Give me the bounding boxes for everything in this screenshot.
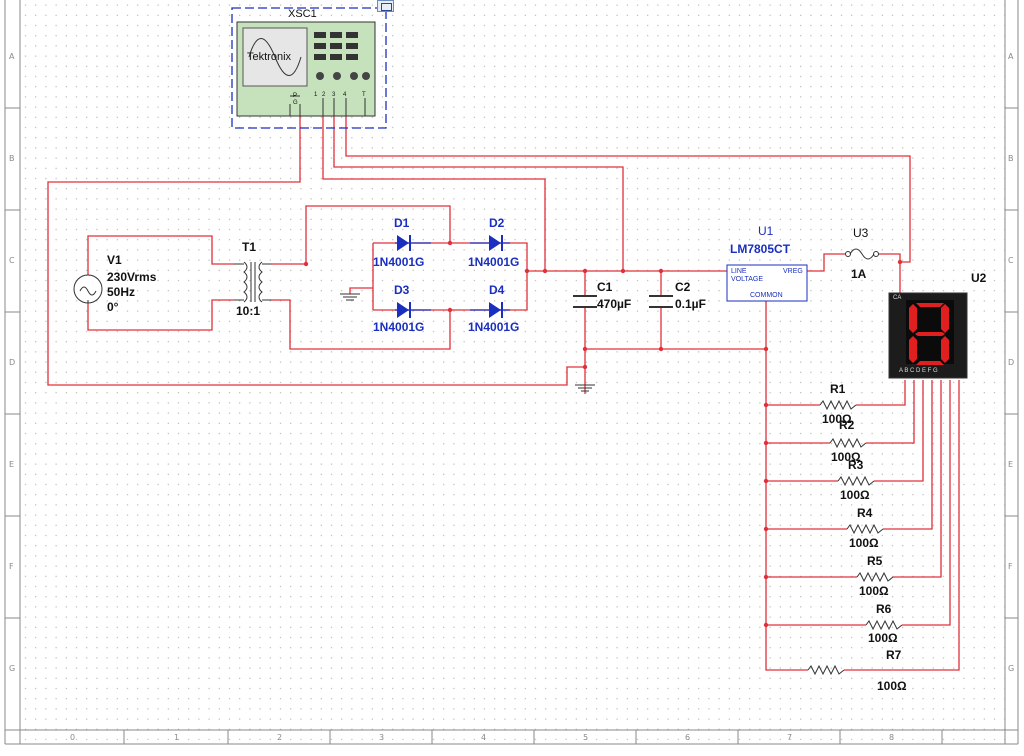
diode-d2-ref: D2	[489, 216, 505, 230]
ruler-row-c: C	[9, 256, 15, 265]
oscilloscope-brand: Tektronix	[247, 51, 292, 63]
source-voltage: 230Vrms	[107, 270, 157, 284]
regulator-pin-line: LINE	[731, 268, 747, 275]
ruler-col-5: 5	[583, 733, 589, 742]
ruler-row-e: E	[9, 460, 15, 469]
dot-grid	[20, 0, 1005, 740]
r6-ref: R6	[876, 602, 892, 616]
ruler-col-2: 2	[277, 733, 283, 742]
scope-pin-4: 4	[343, 92, 347, 98]
ac-source-v1[interactable]	[73, 274, 103, 304]
fuse-value: 1A	[851, 267, 867, 281]
ruler-row-d-right: D	[1008, 358, 1015, 367]
diode-d3-model: 1N4001G	[373, 320, 425, 334]
scope-pin-1: 1	[314, 92, 318, 98]
r4-value: 100Ω	[849, 536, 879, 550]
ruler-row-a-right: A	[1008, 52, 1014, 61]
scope-pin-3: 3	[332, 92, 336, 98]
source-freq: 50Hz	[107, 285, 136, 299]
ruler-row-b-right: B	[1008, 154, 1014, 163]
ruler-row-d: D	[9, 358, 16, 367]
diode-d1-ref: D1	[394, 216, 410, 230]
ruler-row-g-right: G	[1008, 664, 1015, 673]
r1-ref: R1	[830, 382, 846, 396]
transformer-ref: T1	[242, 240, 257, 254]
ruler-col-3: 3	[379, 733, 385, 742]
ruler-row-f: F	[9, 562, 14, 571]
r3-ref: R3	[848, 458, 864, 472]
ruler-col-6: 6	[685, 733, 691, 742]
regulator-model: LM7805CT	[730, 242, 791, 256]
schematic-canvas[interactable]: XSC1 Tektronix P G 1 2 3 4 T V1 230Vrms …	[0, 0, 1024, 751]
regulator-pin-common: COMMON	[750, 292, 783, 299]
display-pins: A B C D E F G	[899, 368, 938, 374]
r7-ref: R7	[886, 648, 902, 662]
regulator-pin-vreg: VREG	[783, 268, 803, 275]
c2-value: 0.1µF	[675, 297, 706, 311]
ruler-row-c-right: C	[1008, 256, 1014, 265]
diode-d4-ref: D4	[489, 283, 505, 297]
ruler-row-e-right: E	[1008, 460, 1014, 469]
r2-ref: R2	[839, 418, 855, 432]
ruler-row-a: A	[9, 52, 15, 61]
source-ref: V1	[107, 253, 122, 267]
scope-pin-2: 2	[322, 92, 326, 98]
r6-value: 100Ω	[868, 631, 898, 645]
oscilloscope-xsc1[interactable]	[231, 7, 387, 129]
ruler-col-8: 8	[889, 733, 895, 742]
r3-value: 100Ω	[840, 488, 870, 502]
seven-segment-u2[interactable]	[888, 292, 968, 379]
display-pin-ca: CA	[893, 295, 902, 301]
ruler-col-1: 1	[174, 733, 180, 742]
ruler-col-7: 7	[787, 733, 793, 742]
regulator-ref: U1	[758, 224, 774, 238]
r5-ref: R5	[867, 554, 883, 568]
window-icon	[381, 3, 392, 11]
diode-d3-ref: D3	[394, 283, 410, 297]
ruler-col-4: 4	[481, 733, 487, 742]
c1-ref: C1	[597, 280, 613, 294]
ruler-col-0: 0	[70, 733, 76, 742]
r7-value: 100Ω	[877, 679, 907, 693]
transformer-ratio: 10:1	[236, 304, 261, 318]
display-ref: U2	[971, 271, 987, 285]
source-phase: 0°	[107, 300, 119, 314]
ruler-row-g: G	[9, 664, 16, 673]
diode-d2-model: 1N4001G	[468, 255, 520, 269]
oscilloscope-ref: XSC1	[288, 8, 317, 20]
regulator-pin-voltage: VOLTAGE	[731, 276, 764, 283]
toolbar-window-icon[interactable]	[377, 0, 394, 12]
fuse-ref: U3	[853, 226, 869, 240]
diode-d1-model: 1N4001G	[373, 255, 425, 269]
r5-value: 100Ω	[859, 584, 889, 598]
c2-ref: C2	[675, 280, 691, 294]
c1-value: 470µF	[597, 297, 632, 311]
diode-d4-model: 1N4001G	[468, 320, 520, 334]
r4-ref: R4	[857, 506, 873, 520]
ruler-row-b: B	[9, 154, 15, 163]
scope-pin-t: T	[362, 92, 366, 98]
scope-pin-g: G	[293, 100, 298, 106]
ruler-row-f-right: F	[1008, 562, 1013, 571]
